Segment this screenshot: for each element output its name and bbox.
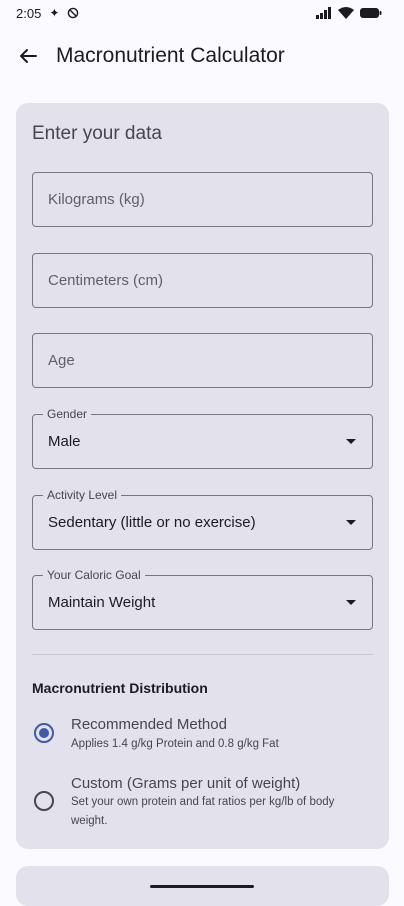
dropdown-arrow-icon [346,439,356,444]
weight-placeholder: Kilograms (kg) [48,191,145,208]
radio-title: Recommended Method [71,716,227,733]
dropdown-arrow-icon [346,520,356,525]
weight-input[interactable]: Kilograms (kg) [32,172,373,227]
wifi-icon [338,7,354,19]
activity-level-value: Sedentary (little or no exercise) [48,514,256,531]
age-input[interactable]: Age [32,333,373,388]
data-entry-card: Enter your data Kilograms (kg) Centimete… [16,103,389,849]
divider [32,654,373,655]
dropdown-arrow-icon [346,600,356,605]
app-bar: Macronutrient Calculator [0,30,404,82]
status-time: 2:05 [16,5,42,21]
status-left: 2:05 ✦ [16,6,79,21]
page-title: Macronutrient Calculator [56,44,285,67]
arrow-back-icon [20,49,37,63]
caloric-goal-value: Maintain Weight [48,594,156,611]
radio-button-unchecked[interactable] [34,791,54,811]
do-not-disturb-icon [68,7,79,19]
caloric-goal-label: Your Caloric Goal [43,568,145,582]
sparkle-icon: ✦ [49,6,60,20]
activity-level-select[interactable]: Activity Level Sedentary (little or no e… [32,488,373,550]
status-right [316,7,382,19]
activity-level-label: Activity Level [43,488,122,502]
distribution-title: Macronutrient Distribution [32,680,208,696]
gender-value: Male [48,433,81,450]
home-indicator[interactable] [150,885,254,888]
battery-icon [360,8,382,18]
caloric-goal-select[interactable]: Your Caloric Goal Maintain Weight [32,568,373,630]
signal-icon [316,7,331,19]
status-bar: 2:05 ✦ [0,0,404,26]
back-button[interactable] [0,30,56,82]
radio-subtitle: Applies 1.4 g/kg Protein and 0.8 g/kg Fa… [71,738,279,750]
card-heading: Enter your data [32,123,162,144]
gender-label: Gender [43,407,92,421]
height-placeholder: Centimeters (cm) [48,272,164,289]
radio-title: Custom (Grams per unit of weight) [71,775,301,792]
age-placeholder: Age [48,352,75,369]
radio-subtitle: Set your own protein and fat ratios per … [71,796,335,827]
gender-select[interactable]: Gender Male [32,407,373,469]
height-input[interactable]: Centimeters (cm) [32,253,373,308]
radio-recommended-method[interactable]: Recommended Method Applies 1.4 g/kg Prot… [32,715,373,759]
radio-custom-method[interactable]: Custom (Grams per unit of weight) Set yo… [32,774,373,834]
radio-button-checked[interactable] [34,723,54,743]
